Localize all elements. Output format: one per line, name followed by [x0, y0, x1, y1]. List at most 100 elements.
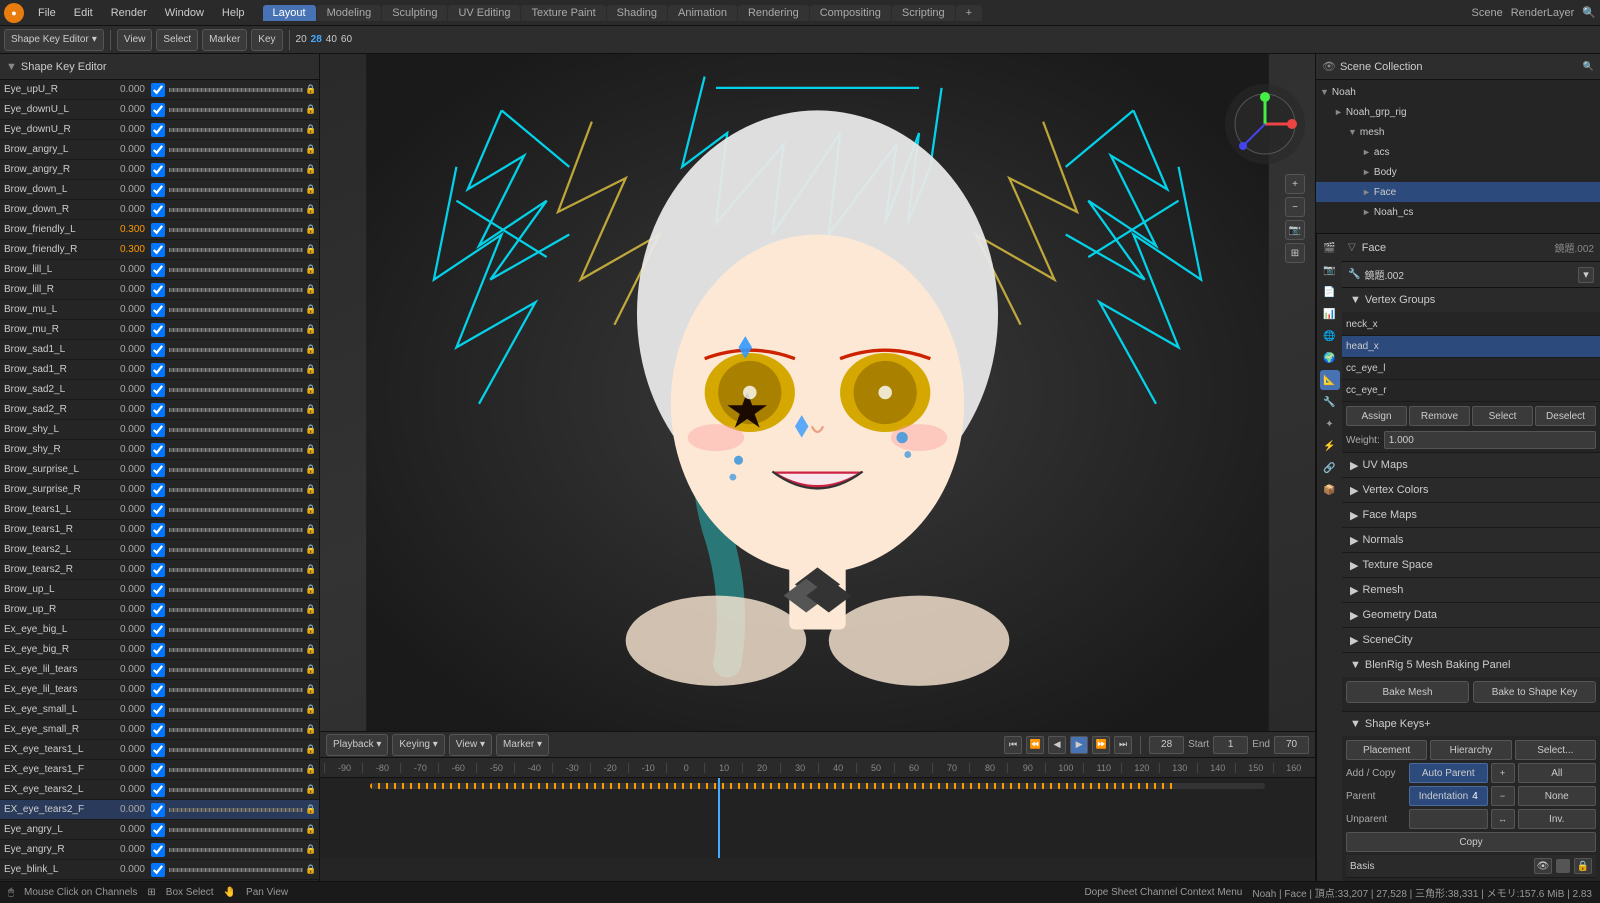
shape-key-item[interactable]: Brow_mu_L0.000🔒: [0, 300, 319, 320]
shape-key-item[interactable]: Brow_sad2_R0.000🔒: [0, 400, 319, 420]
shape-key-item[interactable]: Ex_eye_lil_tears0.000🔒: [0, 660, 319, 680]
shape-key-checkbox[interactable]: [151, 683, 165, 697]
render-props-btn[interactable]: 📷: [1320, 260, 1340, 280]
face-maps-header[interactable]: ▶ Face Maps: [1342, 503, 1600, 527]
select-menu-btn[interactable]: Select: [156, 29, 198, 51]
tree-item-acs[interactable]: ►acs: [1316, 142, 1600, 162]
shape-key-item[interactable]: Ex_eye_small_L0.000🔒: [0, 700, 319, 720]
basis-checkbox[interactable]: [1556, 859, 1570, 873]
viewport-gizmo[interactable]: [1225, 84, 1305, 164]
shape-key-item[interactable]: EX_eye_tears2_L0.000🔒: [0, 780, 319, 800]
select-vg-btn[interactable]: Select: [1472, 406, 1533, 426]
shape-key-item[interactable]: Ex_eye_small_R0.000🔒: [0, 720, 319, 740]
minus-btn[interactable]: −: [1491, 786, 1515, 806]
modifier-btn[interactable]: 🔧: [1320, 392, 1340, 412]
none-btn[interactable]: None: [1518, 786, 1597, 806]
bake-shape-key-btn[interactable]: Bake to Shape Key: [1473, 681, 1596, 703]
scenecity-header[interactable]: ▶ SceneCity: [1342, 628, 1600, 652]
shape-key-checkbox[interactable]: [151, 523, 165, 537]
shape-key-item[interactable]: Eye_downU_L0.000🔒: [0, 100, 319, 120]
output-props-btn[interactable]: 📄: [1320, 282, 1340, 302]
shape-key-item[interactable]: EX_eye_tears1_L0.000🔒: [0, 740, 319, 760]
shape-key-checkbox[interactable]: [151, 183, 165, 197]
vertex-groups-header[interactable]: ▼ Vertex Groups: [1342, 288, 1600, 312]
shape-key-item[interactable]: Ex_eye_big_L0.000🔒: [0, 620, 319, 640]
deselect-vg-btn[interactable]: Deselect: [1535, 406, 1596, 426]
shape-key-checkbox[interactable]: [151, 643, 165, 657]
shape-key-item[interactable]: Eye_downU_R0.000🔒: [0, 120, 319, 140]
world-settings-btn[interactable]: 🌍: [1320, 348, 1340, 368]
shape-key-item[interactable]: Brow_lill_L0.000🔒: [0, 260, 319, 280]
menu-file[interactable]: File: [30, 5, 64, 21]
workspace-add[interactable]: +: [956, 5, 982, 21]
shape-key-item[interactable]: Eye_angry_R0.000🔒: [0, 840, 319, 860]
scene-settings-btn[interactable]: 🌐: [1320, 326, 1340, 346]
shape-key-checkbox[interactable]: [151, 703, 165, 717]
timeline-tracks[interactable]: [320, 778, 1315, 858]
view-menu-btn[interactable]: View: [117, 29, 153, 51]
assign-btn[interactable]: Assign: [1346, 406, 1407, 426]
shape-key-editor-btn[interactable]: Shape Key Editor ▾: [4, 29, 104, 51]
shape-key-checkbox[interactable]: [151, 763, 165, 777]
shape-key-item[interactable]: Eye_upU_R0.000🔒: [0, 80, 319, 100]
shape-key-checkbox[interactable]: [151, 83, 165, 97]
shape-key-checkbox[interactable]: [151, 583, 165, 597]
shape-key-item[interactable]: Brow_sad2_L0.000🔒: [0, 380, 319, 400]
shape-key-checkbox[interactable]: [151, 543, 165, 557]
shape-key-item[interactable]: Brow_up_R0.000🔒: [0, 600, 319, 620]
shape-key-item[interactable]: Eye_angry_L0.000🔒: [0, 820, 319, 840]
shape-key-item[interactable]: Brow_tears1_L0.000🔒: [0, 500, 319, 520]
normals-header[interactable]: ▶ Normals: [1342, 528, 1600, 552]
shape-key-checkbox[interactable]: [151, 143, 165, 157]
inv-btn[interactable]: Inv.: [1518, 809, 1597, 829]
shape-key-checkbox[interactable]: [151, 383, 165, 397]
shape-key-checkbox[interactable]: [151, 443, 165, 457]
start-frame-input[interactable]: 1: [1213, 736, 1248, 754]
physics-btn[interactable]: ⚡: [1320, 436, 1340, 456]
vertex-group-item[interactable]: cc_eye_l: [1342, 358, 1600, 380]
shape-key-item[interactable]: Brow_angry_R0.000🔒: [0, 160, 319, 180]
shape-key-checkbox[interactable]: [151, 303, 165, 317]
tree-item-body[interactable]: ►Body: [1316, 162, 1600, 182]
playhead[interactable]: [718, 778, 720, 858]
expand-btn[interactable]: ▾: [1578, 267, 1594, 283]
tree-item-noah[interactable]: ▼Noah: [1316, 82, 1600, 102]
shape-key-checkbox[interactable]: [151, 783, 165, 797]
shape-key-checkbox[interactable]: [151, 483, 165, 497]
shape-key-item[interactable]: Ex_eye_big_R0.000🔒: [0, 640, 319, 660]
shape-key-checkbox[interactable]: [151, 863, 165, 877]
unparent-arrow-btn[interactable]: ↔: [1491, 809, 1515, 829]
shape-key-item[interactable]: Brow_surprise_L0.000🔒: [0, 460, 319, 480]
keying-btn[interactable]: Keying ▾: [392, 734, 444, 756]
workspace-sculpting[interactable]: Sculpting: [382, 5, 447, 21]
shape-key-item[interactable]: Brow_sad1_R0.000🔒: [0, 360, 319, 380]
viewport-area[interactable]: Object Mode View Select Add Object Local…: [320, 54, 1315, 731]
tree-item-noah_grp_rig[interactable]: ►Noah_grp_rig: [1316, 102, 1600, 122]
shape-key-checkbox[interactable]: [151, 343, 165, 357]
current-frame-input[interactable]: 28: [1149, 736, 1184, 754]
marker-menu-btn[interactable]: Marker: [202, 29, 247, 51]
shape-key-checkbox[interactable]: [151, 403, 165, 417]
workspace-rendering[interactable]: Rendering: [738, 5, 809, 21]
shape-key-item[interactable]: Brow_friendly_L0.300🔒: [0, 220, 319, 240]
remesh-header[interactable]: ▶ Remesh: [1342, 578, 1600, 602]
geometry-data-header[interactable]: ▶ Geometry Data: [1342, 603, 1600, 627]
indentation-btn[interactable]: Indentation 4: [1409, 786, 1488, 806]
view-layer-btn[interactable]: 📊: [1320, 304, 1340, 324]
shape-key-item[interactable]: EX_eye_tears1_F0.000🔒: [0, 760, 319, 780]
workspace-texture-paint[interactable]: Texture Paint: [521, 5, 605, 21]
all-btn[interactable]: All: [1518, 763, 1597, 783]
shape-key-checkbox[interactable]: [151, 843, 165, 857]
remove-btn[interactable]: Remove: [1409, 406, 1470, 426]
copy-btn[interactable]: Copy: [1346, 832, 1596, 852]
bake-mesh-btn[interactable]: Bake Mesh: [1346, 681, 1469, 703]
shape-key-checkbox[interactable]: [151, 323, 165, 337]
shape-key-checkbox[interactable]: [151, 743, 165, 757]
auto-parent-btn[interactable]: Auto Parent: [1409, 763, 1488, 783]
zoom-out-btn[interactable]: −: [1285, 197, 1305, 217]
shape-key-checkbox[interactable]: [151, 103, 165, 117]
filter-icon[interactable]: 🔍: [1583, 61, 1594, 72]
shape-key-checkbox[interactable]: [151, 603, 165, 617]
shape-key-checkbox[interactable]: [151, 663, 165, 677]
shape-key-checkbox[interactable]: [151, 283, 165, 297]
